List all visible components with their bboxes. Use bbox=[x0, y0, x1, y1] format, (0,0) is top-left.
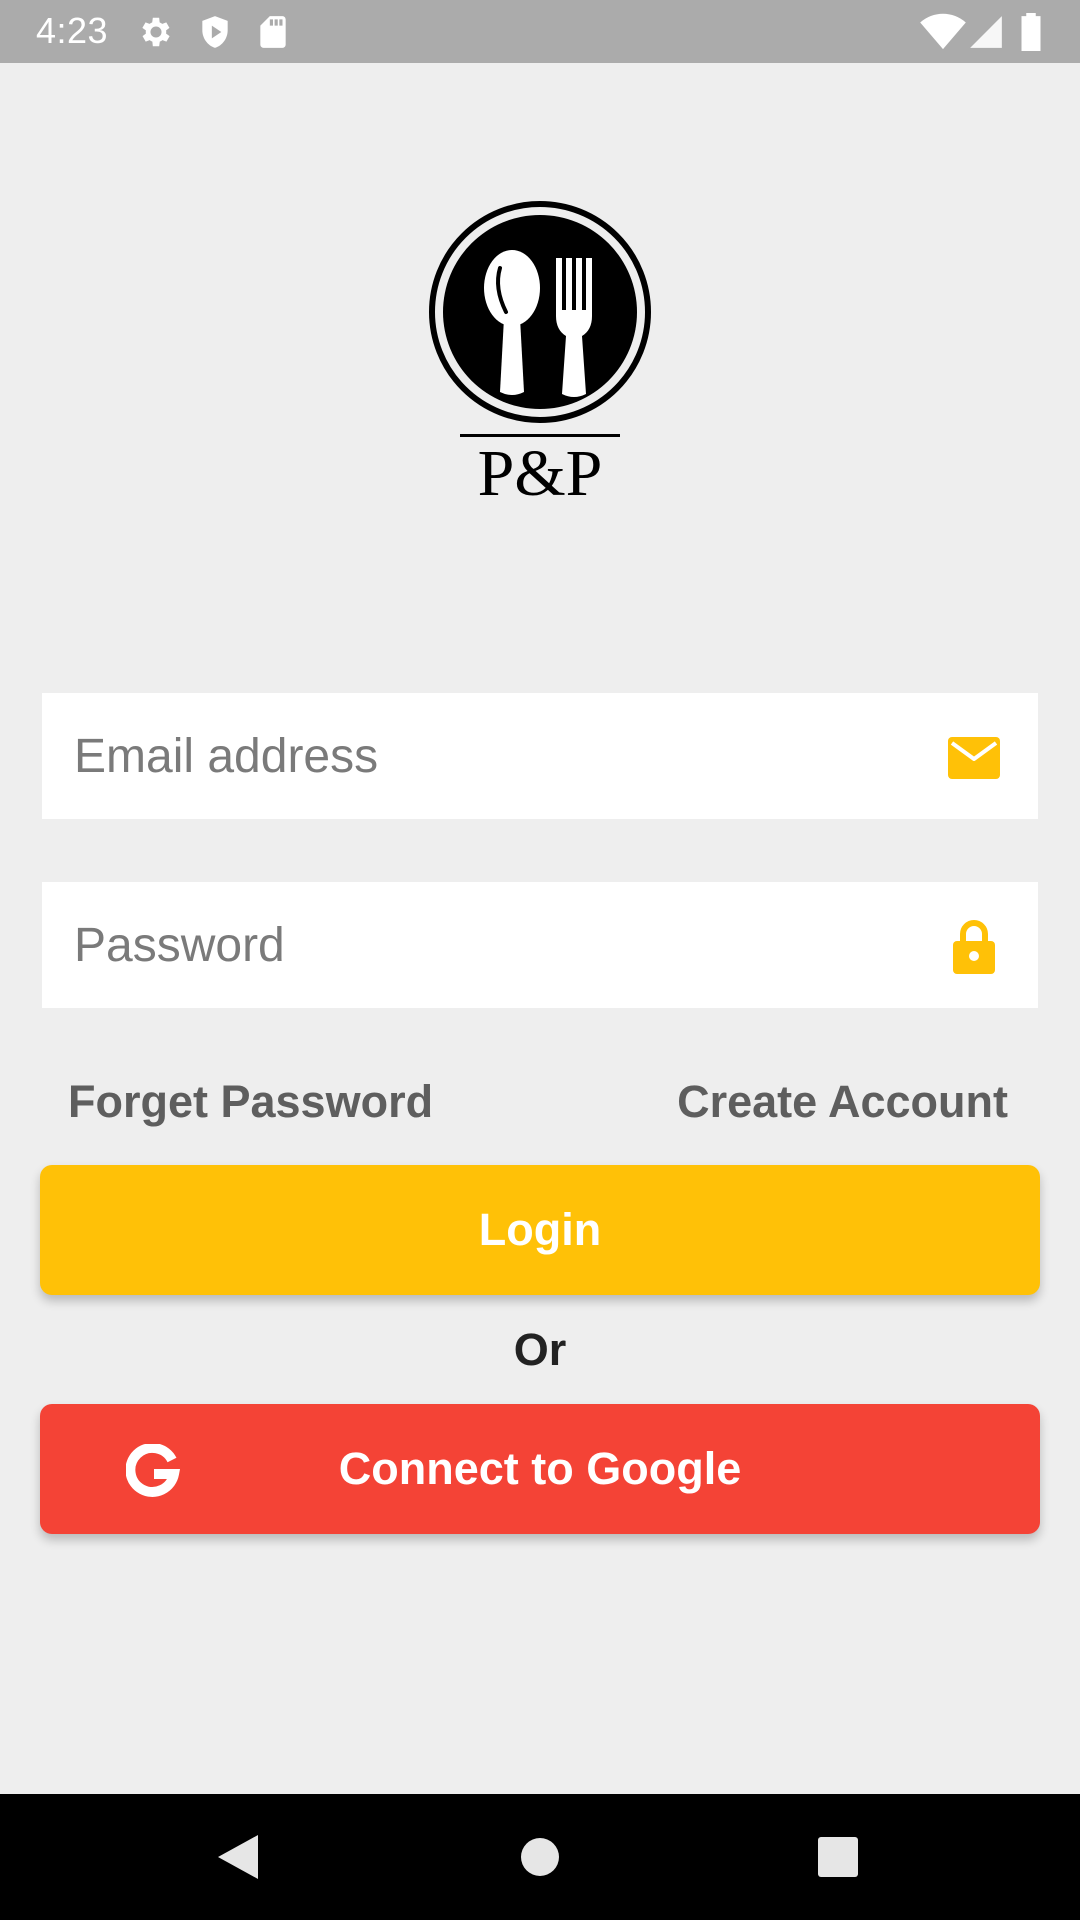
home-icon[interactable] bbox=[510, 1827, 570, 1887]
logo-text: P&P bbox=[477, 437, 603, 510]
battery-icon bbox=[1018, 13, 1044, 51]
spoon-fork-plate-icon bbox=[429, 201, 651, 423]
app-logo: P&P bbox=[420, 196, 660, 516]
back-icon[interactable] bbox=[210, 1827, 270, 1887]
lock-icon bbox=[946, 918, 1002, 974]
recents-icon[interactable] bbox=[808, 1827, 868, 1887]
forget-password-link[interactable]: Forget Password bbox=[68, 1076, 433, 1128]
email-input[interactable] bbox=[74, 693, 934, 819]
wifi-icon bbox=[920, 13, 966, 51]
system-nav-bar bbox=[0, 1794, 1080, 1920]
gear-icon bbox=[137, 13, 175, 51]
email-field[interactable] bbox=[42, 693, 1038, 819]
login-button[interactable]: Login bbox=[40, 1165, 1040, 1295]
password-input[interactable] bbox=[74, 882, 934, 1008]
google-button-label: Connect to Google bbox=[338, 1443, 742, 1494]
create-account-link[interactable]: Create Account bbox=[677, 1076, 1008, 1128]
password-field[interactable] bbox=[42, 882, 1038, 1008]
status-time: 4:23 bbox=[36, 10, 109, 51]
signal-icon bbox=[966, 13, 1006, 51]
mail-icon bbox=[946, 729, 1002, 785]
or-divider-text: Or bbox=[513, 1324, 567, 1375]
login-button-label: Login bbox=[478, 1204, 602, 1255]
sd-card-icon bbox=[254, 13, 292, 51]
status-bar: 4:23 bbox=[0, 0, 1080, 63]
google-connect-button[interactable]: Connect to Google bbox=[40, 1404, 1040, 1534]
shield-icon bbox=[196, 13, 234, 51]
